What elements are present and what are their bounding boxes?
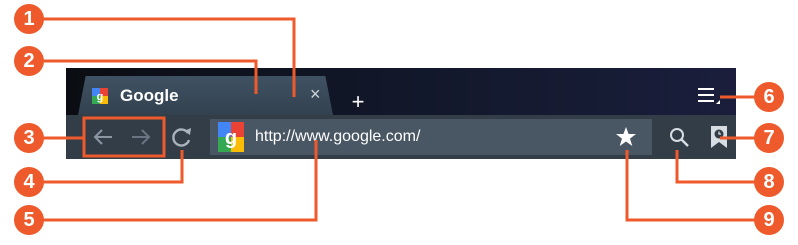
new-tab-button[interactable]: + [344,90,372,115]
svg-text:g: g [225,127,237,149]
bookmarks-icon[interactable] [708,125,730,149]
callout-6: 6 [754,82,784,112]
tab-close-button[interactable]: × [310,84,321,104]
callout-1: 1 [14,4,44,34]
callout-2: 2 [14,46,44,76]
callout-5: 5 [14,205,44,235]
url-text[interactable]: http://www.google.com/ [255,128,420,146]
toolbar: g http://www.google.com/ [66,115,736,159]
forward-arrow-icon[interactable] [126,122,156,152]
browser-window: g Google × + g http://www.google.com/ [66,68,736,159]
google-favicon-icon: g [218,122,244,152]
google-favicon-icon: g [92,88,108,104]
callout-7: 7 [754,123,784,153]
callout-8: 8 [754,167,784,197]
callout-3: 3 [14,123,44,153]
url-bar[interactable]: g http://www.google.com/ [210,119,652,155]
tab-strip: g Google × + [66,68,736,115]
reload-icon[interactable] [167,122,197,152]
star-icon[interactable] [615,126,637,148]
menu-icon[interactable] [698,86,720,106]
tab-title: Google [120,86,179,105]
tab-google[interactable]: g Google × [78,76,333,115]
svg-text:g: g [97,91,104,103]
back-arrow-icon[interactable] [88,122,118,152]
callout-4: 4 [14,167,44,197]
callout-9: 9 [754,205,784,235]
search-icon[interactable] [668,126,690,148]
